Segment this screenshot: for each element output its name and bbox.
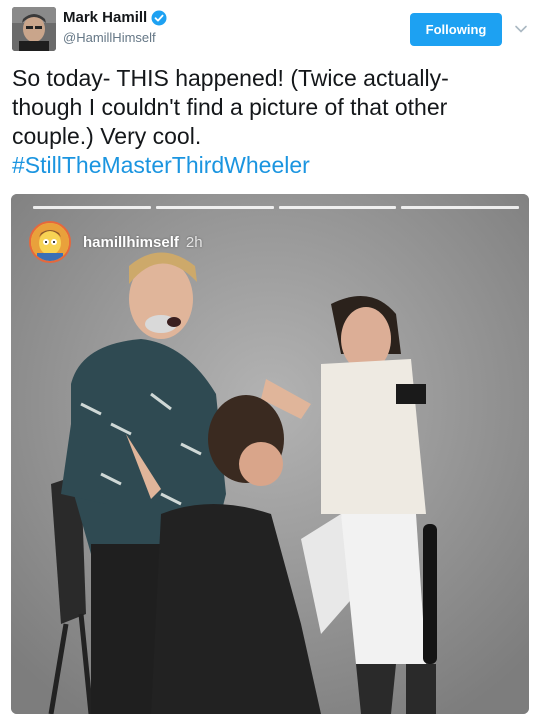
tweet-text: So today- THIS happened! (Twice actually… xyxy=(12,64,528,180)
following-button[interactable]: Following xyxy=(410,13,502,46)
author-name-row: Mark Hamill xyxy=(63,9,167,26)
tweet-text-line: couple.) Very cool. xyxy=(12,123,202,149)
story-progress-segment xyxy=(155,206,274,209)
story-username[interactable]: hamillhimself xyxy=(83,234,179,251)
author-handle[interactable]: @HamillHimself xyxy=(63,30,156,45)
story-progress-bars xyxy=(33,206,519,209)
story-avatar xyxy=(29,221,71,263)
photo-scene xyxy=(11,194,529,714)
verified-badge-icon xyxy=(151,10,167,26)
author-avatar[interactable] xyxy=(12,7,56,51)
tweet-media-photo[interactable]: hamillhimself 2h xyxy=(11,194,529,714)
story-progress-segment xyxy=(278,206,397,209)
chevron-down-icon[interactable] xyxy=(514,22,528,36)
story-progress-segment xyxy=(401,206,519,209)
tweet-header: Mark Hamill @HamillHimself Following xyxy=(0,0,540,58)
story-timestamp: 2h xyxy=(185,233,203,251)
author-display-name[interactable]: Mark Hamill xyxy=(63,9,147,26)
tweet-text-line: So today- THIS happened! (Twice actually… xyxy=(12,65,449,91)
hashtag-link[interactable]: #StillTheMasterThirdWheeler xyxy=(12,151,528,180)
story-progress-segment xyxy=(33,206,151,209)
story-user: hamillhimself 2h xyxy=(29,221,203,263)
tweet-text-line: though I couldn't find a picture of that… xyxy=(12,94,448,120)
